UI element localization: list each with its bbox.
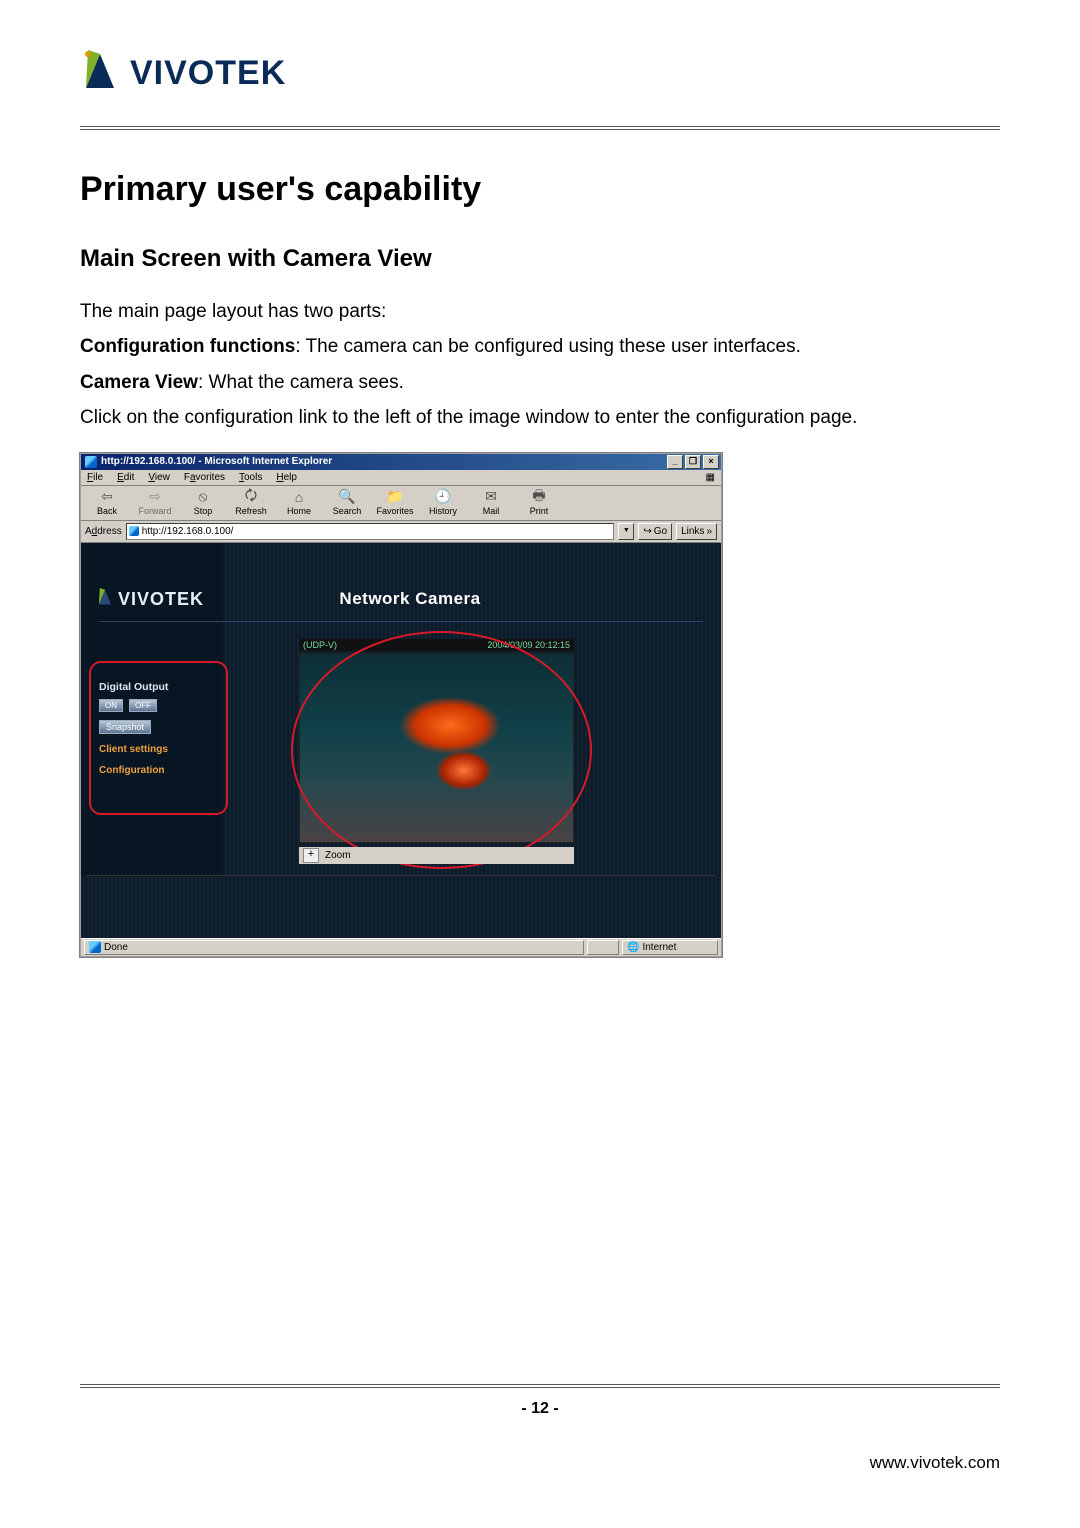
tool-bar: ⇦Back ⇨Forward ⦸Stop 🗘Refresh ⌂Home 🔍Sea…	[81, 486, 721, 521]
camera-header: VIVOTEK Network Camera	[96, 588, 706, 611]
back-button[interactable]: ⇦Back	[87, 488, 127, 516]
status-done: Done	[104, 942, 128, 953]
paragraph-config: Configuration functions: The camera can …	[80, 332, 1000, 361]
menu-tools[interactable]: Tools	[239, 472, 262, 483]
home-icon: ⌂	[290, 488, 308, 506]
refresh-icon: 🗘	[242, 488, 260, 506]
search-button[interactable]: 🔍Search	[327, 488, 367, 516]
menu-edit[interactable]: Edit	[117, 472, 134, 483]
search-icon: 🔍	[338, 488, 356, 506]
camera-page-title: Network Camera	[204, 589, 616, 609]
print-icon: 🖶	[530, 488, 548, 506]
camera-header-divider	[99, 621, 703, 622]
footer-rule	[80, 1384, 1000, 1388]
digital-output-on-button[interactable]: ON	[99, 699, 123, 712]
paragraph-intro: The main page layout has two parts:	[80, 297, 1000, 326]
internet-zone-icon: 🌐	[627, 942, 639, 953]
forward-button[interactable]: ⇨Forward	[135, 488, 175, 516]
close-button[interactable]: ×	[703, 455, 719, 469]
camera-view-label: Camera View	[80, 372, 198, 393]
header-rule	[80, 126, 1000, 130]
page-bg-stripes-lower	[81, 876, 721, 938]
mail-icon: ✉	[482, 488, 500, 506]
maximize-button[interactable]: ❐	[685, 455, 701, 469]
history-icon: 🕘	[434, 488, 452, 506]
paragraph-camview: Camera View: What the camera sees.	[80, 368, 1000, 397]
manual-page: VIVOTEK Primary user's capability Main S…	[0, 0, 1080, 1528]
favorites-button[interactable]: 📁Favorites	[375, 488, 415, 516]
footer-url: www.vivotek.com	[870, 1453, 1000, 1473]
menu-bar: File Edit View Favorites Tools Help ▦	[81, 470, 721, 486]
window-title: http://192.168.0.100/ - Microsoft Intern…	[101, 456, 332, 467]
history-button[interactable]: 🕘History	[423, 488, 463, 516]
minimize-button[interactable]: _	[667, 455, 683, 469]
brand-name: VIVOTEK	[130, 54, 286, 93]
mail-button[interactable]: ✉Mail	[471, 488, 511, 516]
status-page-icon	[89, 941, 101, 953]
brand-mark-icon	[80, 50, 120, 96]
brand-logo: VIVOTEK	[80, 50, 1000, 96]
menu-view[interactable]: View	[148, 472, 170, 483]
address-bar: Address http://192.168.0.100/ ▼ ↪Go Link…	[81, 521, 721, 543]
snapshot-button[interactable]: Snapshot	[99, 720, 151, 734]
throbber-icon: ▦	[706, 472, 715, 483]
favorites-icon: 📁	[386, 488, 404, 506]
config-functions-text: : The camera can be configured using the…	[295, 336, 801, 357]
status-mid-cell	[587, 940, 619, 955]
section-subheading: Main Screen with Camera View	[80, 245, 1000, 273]
refresh-button[interactable]: 🗘Refresh	[231, 488, 271, 516]
paragraph-link: Click on the configuration link to the l…	[80, 403, 1000, 432]
window-titlebar: http://192.168.0.100/ - Microsoft Intern…	[81, 454, 721, 470]
page-number: - 12 -	[0, 1400, 1080, 1418]
address-value: http://192.168.0.100/	[142, 526, 234, 537]
address-label: Address	[85, 526, 122, 537]
zoom-label: Zoom	[325, 850, 351, 861]
status-zone: Internet	[642, 942, 676, 953]
camera-brand: VIVOTEK	[118, 589, 204, 610]
status-bar: Done 🌐 Internet	[81, 938, 721, 956]
browser-window: http://192.168.0.100/ - Microsoft Intern…	[80, 453, 722, 957]
zoom-in-button[interactable]: +	[303, 848, 319, 863]
config-functions-label: Configuration functions	[80, 336, 295, 357]
video-protocol: (UDP-V)	[303, 640, 337, 650]
video-infobar: (UDP-V) 2004/03/09 20:12:15	[299, 639, 574, 651]
content-divider	[86, 875, 716, 876]
menu-file[interactable]: File	[87, 472, 103, 483]
address-dropdown[interactable]: ▼	[618, 523, 634, 540]
home-button[interactable]: ⌂Home	[279, 488, 319, 516]
forward-arrow-icon: ⇨	[146, 488, 164, 506]
video-timestamp: 2004/03/09 20:12:15	[487, 640, 570, 650]
ie-icon	[85, 456, 97, 468]
stop-icon: ⦸	[194, 488, 212, 506]
page-icon	[129, 526, 139, 536]
back-arrow-icon: ⇦	[98, 488, 116, 506]
zoom-bar: + Zoom	[299, 847, 574, 864]
go-icon: ↪	[643, 526, 651, 537]
configuration-link[interactable]: Configuration	[99, 765, 209, 776]
camera-view-text: : What the camera sees.	[198, 372, 404, 393]
links-button[interactable]: Links »	[676, 523, 717, 540]
page-content: VIVOTEK Network Camera (UDP-V) 2004/03/0…	[81, 543, 721, 938]
client-settings-link[interactable]: Client settings	[99, 744, 209, 755]
camera-video	[299, 653, 574, 843]
stop-button[interactable]: ⦸Stop	[183, 488, 223, 516]
digital-output-label: Digital Output	[99, 681, 209, 693]
go-button[interactable]: ↪Go	[638, 523, 672, 540]
menu-help[interactable]: Help	[276, 472, 297, 483]
digital-output-off-button[interactable]: OFF	[129, 699, 157, 712]
vivotek-mark-icon	[96, 588, 114, 611]
section-heading: Primary user's capability	[80, 170, 1000, 209]
menu-favorites[interactable]: Favorites	[184, 472, 225, 483]
camera-sidebar: Digital Output ON OFF Snapshot Client se…	[99, 675, 209, 776]
print-button[interactable]: 🖶Print	[519, 488, 559, 516]
address-field[interactable]: http://192.168.0.100/	[126, 523, 615, 540]
